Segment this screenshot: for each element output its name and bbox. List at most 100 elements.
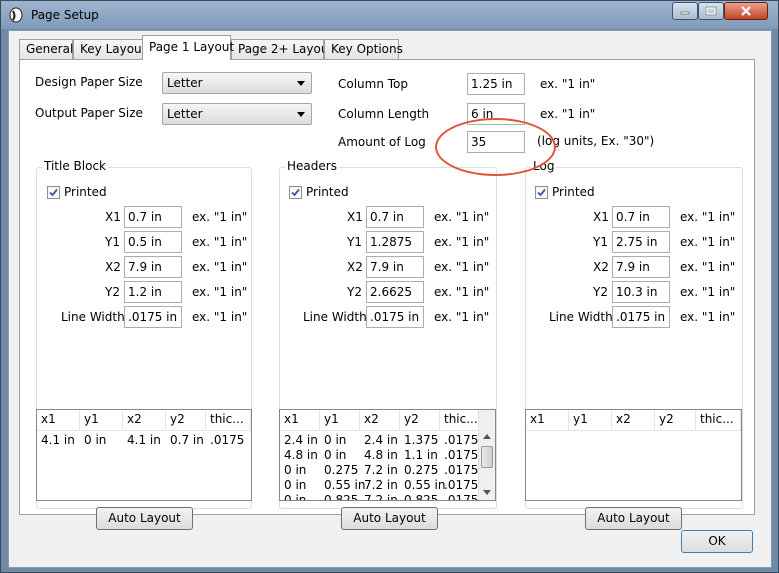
column-header-y1[interactable]: y1 — [569, 410, 612, 430]
headers-printed-checkbox[interactable] — [289, 186, 302, 199]
column-header-x1[interactable]: x1 — [280, 410, 320, 430]
log-printed-label: Printed — [552, 185, 595, 199]
column-header-x2[interactable]: x2 — [123, 410, 166, 430]
title-block-y1-label: Y1 — [105, 235, 120, 249]
table-row[interactable]: 0 in 0.275 7.2 in 0.275 .0175 — [280, 463, 495, 478]
headers-y2-hint: ex. "1 in" — [434, 285, 490, 299]
design-paper-size-label: Design Paper Size — [35, 75, 143, 89]
scrollbar-thumb[interactable] — [481, 446, 493, 468]
title-block-group-title: Title Block — [42, 159, 108, 173]
design-paper-size-select[interactable]: Letter — [162, 72, 312, 94]
cell-y1: 0 in — [324, 433, 347, 447]
table-row[interactable]: 4.8 in 0 in 4.8 in 1.1 in .0175 — [280, 448, 495, 463]
cell-thickness: .0175 — [444, 433, 479, 447]
column-length-hint: ex. "1 in" — [540, 107, 596, 121]
title-block-auto-layout-button[interactable]: Auto Layout — [96, 507, 193, 530]
tab-key-layout[interactable]: Key Layout — [73, 39, 146, 59]
column-header-y2[interactable]: y2 — [400, 410, 440, 430]
title-block-lines-list[interactable]: x1 y1 x2 y2 thic... 4.1 in 0 in 4.1 in 0… — [36, 409, 252, 501]
table-row[interactable]: 2.4 in 0 in 2.4 in 1.375 .0175 — [280, 433, 495, 448]
log-auto-layout-button[interactable]: Auto Layout — [585, 507, 682, 530]
amount-of-log-hint: (log units, Ex. "30") — [537, 134, 655, 148]
headers-auto-layout-button[interactable]: Auto Layout — [341, 507, 438, 530]
table-row[interactable]: 0 in 0.825 7.2 in 0.825 .0175 — [280, 493, 495, 501]
column-header-x2[interactable]: x2 — [612, 410, 655, 430]
cell-x1: 0 in — [284, 493, 307, 501]
title-bar[interactable]: Page Setup — [1, 1, 778, 29]
ok-button[interactable]: OK — [681, 530, 753, 553]
window-title: Page Setup — [31, 8, 99, 22]
title-block-printed-checkbox[interactable] — [47, 186, 60, 199]
output-paper-size-select[interactable]: Letter — [162, 103, 312, 125]
tab-key-options[interactable]: Key Options — [324, 39, 403, 59]
maximize-icon — [705, 6, 717, 16]
headers-y1-label: Y1 — [347, 235, 362, 249]
log-y2-input[interactable]: 10.3 in — [612, 281, 670, 303]
title-block-line-width-input[interactable]: .0175 in — [124, 306, 182, 328]
log-group-title: Log — [531, 159, 557, 173]
headers-y2-input[interactable]: 2.6625 — [366, 281, 424, 303]
column-length-input[interactable]: 6 in — [467, 103, 525, 125]
title-block-x2-input[interactable]: 7.9 in — [124, 256, 182, 278]
log-x2-input[interactable]: 7.9 in — [612, 256, 670, 278]
log-line-width-hint: ex. "1 in" — [680, 310, 736, 324]
headers-list-scrollbar[interactable] — [478, 410, 495, 500]
headers-line-width-input[interactable]: .0175 in — [366, 306, 424, 328]
tab-page-2-layout[interactable]: Page 2+ Layout — [231, 39, 333, 59]
title-block-x1-hint: ex. "1 in" — [192, 210, 248, 224]
column-header-thickness[interactable]: thic... — [206, 410, 251, 430]
cell-x2: 7.2 in — [364, 493, 398, 501]
close-button[interactable] — [724, 2, 768, 20]
column-header-thickness[interactable]: thic... — [696, 410, 741, 430]
headers-x1-input[interactable]: 0.7 in — [366, 206, 424, 228]
headers-lines-list[interactable]: x1 y1 x2 y2 thic... 2.4 in 0 in 2.4 in 1… — [279, 409, 496, 501]
cell-x2: 7.2 in — [364, 463, 398, 477]
title-block-line-width-label: Line Width — [61, 310, 125, 324]
cell-thickness: .0175 — [444, 478, 479, 492]
log-x1-label: X1 — [593, 210, 609, 224]
cell-x1: 0 in — [284, 463, 307, 477]
headers-x2-input[interactable]: 7.9 in — [366, 256, 424, 278]
title-block-list-header: x1 y1 x2 y2 thic... — [37, 410, 251, 431]
log-y1-input[interactable]: 2.75 in — [612, 231, 670, 253]
log-printed-checkbox[interactable] — [535, 186, 548, 199]
minimize-button[interactable] — [672, 2, 698, 20]
cell-x2: 4.1 in — [127, 433, 161, 447]
log-line-width-label: Line Width — [549, 310, 613, 324]
maximize-button[interactable] — [698, 2, 724, 20]
column-top-input[interactable]: 1.25 in — [467, 73, 525, 95]
log-x1-input[interactable]: 0.7 in — [612, 206, 670, 228]
headers-y1-input[interactable]: 1.2875 — [366, 231, 424, 253]
page-setup-window: Page Setup General Key Layout Page 1 Lay… — [0, 0, 779, 573]
column-header-x1[interactable]: x1 — [526, 410, 569, 430]
title-block-y2-hint: ex. "1 in" — [192, 285, 248, 299]
column-header-y1[interactable]: y1 — [320, 410, 360, 430]
column-header-y2[interactable]: y2 — [166, 410, 206, 430]
table-row[interactable]: 0 in 0.55 in 7.2 in 0.55 in .0175 — [280, 478, 495, 493]
headers-x2-hint: ex. "1 in" — [434, 260, 490, 274]
column-header-thickness[interactable]: thic... — [440, 410, 480, 430]
app-icon — [9, 7, 23, 23]
table-row[interactable]: 4.1 in 0 in 4.1 in 0.7 in .0175 — [37, 433, 251, 448]
headers-line-width-label: Line Width — [303, 310, 367, 324]
headers-printed-label: Printed — [306, 185, 349, 199]
title-block-x1-input[interactable]: 0.7 in — [124, 206, 182, 228]
title-block-y1-input[interactable]: 0.5 in — [124, 231, 182, 253]
log-line-width-input[interactable]: .0175 in — [612, 306, 670, 328]
title-block-y2-input[interactable]: 1.2 in — [124, 281, 182, 303]
column-header-x1[interactable]: x1 — [37, 410, 80, 430]
cell-y1: 0 in — [324, 448, 347, 462]
log-list-header: x1 y1 x2 y2 thic... — [526, 410, 741, 431]
cell-y2: 1.375 — [404, 433, 439, 447]
log-lines-list[interactable]: x1 y1 x2 y2 thic... — [525, 409, 742, 501]
cell-thickness: .0175 — [210, 433, 245, 447]
column-header-y1[interactable]: y1 — [80, 410, 123, 430]
tab-page-1-layout[interactable]: Page 1 Layout — [142, 35, 234, 60]
cell-thickness: .0175 — [444, 448, 479, 462]
title-block-x1-label: X1 — [105, 210, 121, 224]
tab-general[interactable]: General — [19, 39, 73, 59]
cell-x1: 0 in — [284, 478, 307, 492]
column-header-x2[interactable]: x2 — [360, 410, 400, 430]
amount-of-log-input[interactable]: 35 — [467, 131, 525, 153]
column-header-y2[interactable]: y2 — [655, 410, 696, 430]
